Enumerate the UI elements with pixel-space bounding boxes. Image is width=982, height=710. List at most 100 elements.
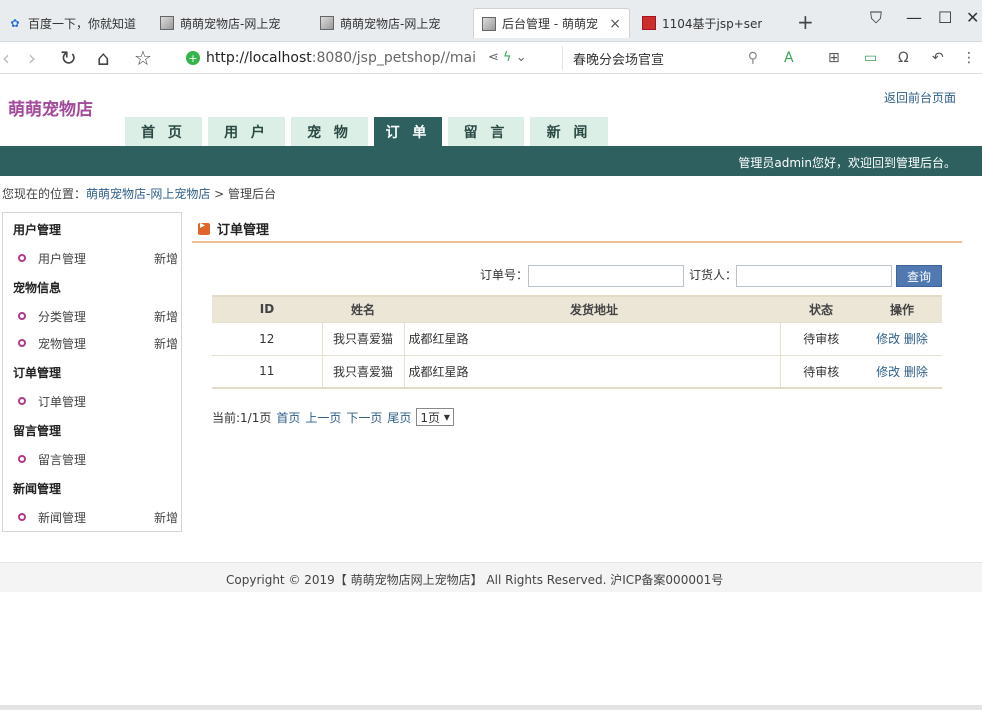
sidebar-add-link[interactable]: 新增 [154,335,178,352]
buyer-label: 订货人： [689,268,738,282]
bullet-icon [18,397,26,405]
minimize-icon[interactable]: — [906,8,922,27]
page-image-icon [482,16,496,31]
share-icon[interactable]: ⋖ ϟ ⌄ [488,50,527,65]
sidebar-item-label[interactable]: 宠物管理 [38,335,86,352]
delete-link[interactable]: 删除 [904,365,928,379]
forward-icon[interactable]: › [28,46,36,70]
nav-home[interactable]: 首 页 [125,117,202,146]
nav-news[interactable]: 新 闻 [530,117,608,146]
reload-icon[interactable]: ↻ [60,46,77,70]
new-tab-button[interactable]: + [797,10,814,34]
sidebar-add-link[interactable]: 新增 [154,250,178,267]
col-name: 姓名 [322,295,404,322]
more-icon[interactable]: ⋮ [962,50,976,66]
nav-orders[interactable]: 订 单 [374,117,442,146]
secure-plus-icon: + [186,51,200,65]
browser-tab[interactable]: 萌萌宠物店-网上宠 [152,8,308,38]
cell-status: 待审核 [779,354,862,389]
breadcrumb-prefix: 您现在的位置： [2,187,87,201]
browser-tab[interactable]: 萌萌宠物店-网上宠 [312,8,470,38]
close-tab-icon[interactable]: × [609,16,621,32]
sidebar-item-order-manage[interactable]: 订单管理 [18,392,178,410]
copyright-text: Copyright © 2019【 萌萌宠物店网上宠物店】 All Rights… [226,573,724,587]
nav-messages[interactable]: 留 言 [448,117,524,146]
search-box[interactable]: 春晚分会场官宣 ⚲ [562,46,758,70]
last-page-link[interactable]: 尾页 [387,409,411,426]
baidu-paw-icon: ✿ [10,16,20,30]
bullet-icon [18,513,26,521]
close-window-icon[interactable]: ✕ [966,8,979,27]
search-text: 春晚分会场官宣 [573,52,665,68]
panel-divider [192,241,962,243]
col-address: 发货地址 [404,295,780,322]
bullet-icon [18,312,26,320]
breadcrumb-current: 管理后台 [228,187,277,201]
nav-users[interactable]: 用 户 [208,117,285,146]
nav-pets[interactable]: 宠 物 [291,117,368,146]
query-button[interactable]: 查询 [896,265,942,287]
order-no-input[interactable] [528,265,684,287]
page-image-icon [160,16,174,30]
home-icon[interactable]: ⌂ [97,46,110,70]
search-icon[interactable]: ⚲ [748,50,758,66]
star-icon[interactable]: ☆ [134,46,152,70]
buyer-input[interactable] [736,265,892,287]
browser-tab[interactable]: ✿ 百度一下，你就知道 [0,8,150,38]
bullet-icon [18,254,26,262]
cell-address: 成都红星路 [403,321,780,355]
undo-icon[interactable]: ↶ [932,50,944,66]
maximize-icon[interactable]: ☐ [938,8,952,27]
sidebar-add-link[interactable]: 新增 [154,308,178,325]
breadcrumb-sep: > [210,187,229,201]
sidebar-add-link[interactable]: 新增 [154,509,178,526]
page-select[interactable]: 1页 ▾ [416,408,454,426]
page-image-icon [320,16,334,30]
col-status: 状态 [780,295,862,322]
breadcrumb: 您现在的位置：萌萌宠物店-网上宠物店 > 管理后台 [2,185,276,202]
apps-grid-icon[interactable]: ⊞ [828,50,840,66]
sidebar-item-label[interactable]: 分类管理 [38,308,86,325]
tab-label: 萌萌宠物店-网上宠 [180,16,281,31]
prev-page-link[interactable]: 上一页 [305,409,341,426]
sidebar-item-label[interactable]: 留言管理 [38,451,86,468]
panel-arrow-icon [198,220,210,235]
welcome-text: 管理员admin您好，欢迎回到管理后台。 [738,156,956,170]
first-page-link[interactable]: 首页 [276,409,300,426]
next-page-link[interactable]: 下一页 [346,409,382,426]
sidebar-item-label[interactable]: 用户管理 [38,250,86,267]
sidebar-item-pet-manage[interactable]: 宠物管理 新增 [18,334,178,352]
sidebar: 用户管理 用户管理 新增 宠物信息 分类管理 新增 宠物管理 新增 订单管理 订… [2,212,182,532]
sidebar-item-message-manage[interactable]: 留言管理 [18,450,178,468]
sidebar-group-title: 宠物信息 [13,281,62,295]
cell-id: 11 [212,354,322,389]
browser-tab[interactable]: 1104基于jsp+ser [634,8,784,38]
sidebar-group-title: 新闻管理 [13,482,62,496]
shirt-skin-icon[interactable]: ⛉ [870,8,882,28]
back-to-front-link[interactable]: 返回前台页面 [884,89,956,106]
headphones-icon[interactable]: Ω [898,50,909,66]
sidebar-item-category-manage[interactable]: 分类管理 新增 [18,307,178,325]
cell-actions: 修改 删除 [862,354,942,389]
sidebar-item-user-manage[interactable]: 用户管理 新增 [18,249,178,267]
page-status: 当前:1/1页 [212,410,272,425]
breadcrumb-link[interactable]: 萌萌宠物店-网上宠物店 [86,187,210,201]
cell-id: 12 [212,321,322,355]
edit-link[interactable]: 修改 [876,365,900,379]
battery-icon[interactable]: ▭ [864,50,877,66]
bullet-icon [18,455,26,463]
footer: Copyright © 2019【 萌萌宠物店网上宠物店】 All Rights… [0,562,982,592]
browser-tab-bar: ✿ 百度一下，你就知道 萌萌宠物店-网上宠 萌萌宠物店-网上宠 后台管理 - 萌… [0,0,982,42]
back-icon[interactable]: ‹ [2,46,10,70]
sidebar-item-label[interactable]: 订单管理 [38,393,86,410]
sidebar-item-label[interactable]: 新闻管理 [38,509,86,526]
page: 萌萌宠物店 返回前台页面 首 页 用 户 宠 物 订 单 留 言 新 闻 管理员… [0,75,982,710]
translate-icon[interactable]: A [784,50,794,66]
edit-link[interactable]: 修改 [876,332,900,346]
browser-tab-active[interactable]: 后台管理 - 萌萌宠 × [473,8,630,38]
tab-label: 百度一下，你就知道 [28,16,137,31]
delete-link[interactable]: 删除 [904,332,928,346]
lightning-icon[interactable]: ϟ [503,50,512,65]
cell-name: 我只喜爱猫 [321,354,404,389]
sidebar-item-news-manage[interactable]: 新闻管理 新增 [18,508,178,526]
